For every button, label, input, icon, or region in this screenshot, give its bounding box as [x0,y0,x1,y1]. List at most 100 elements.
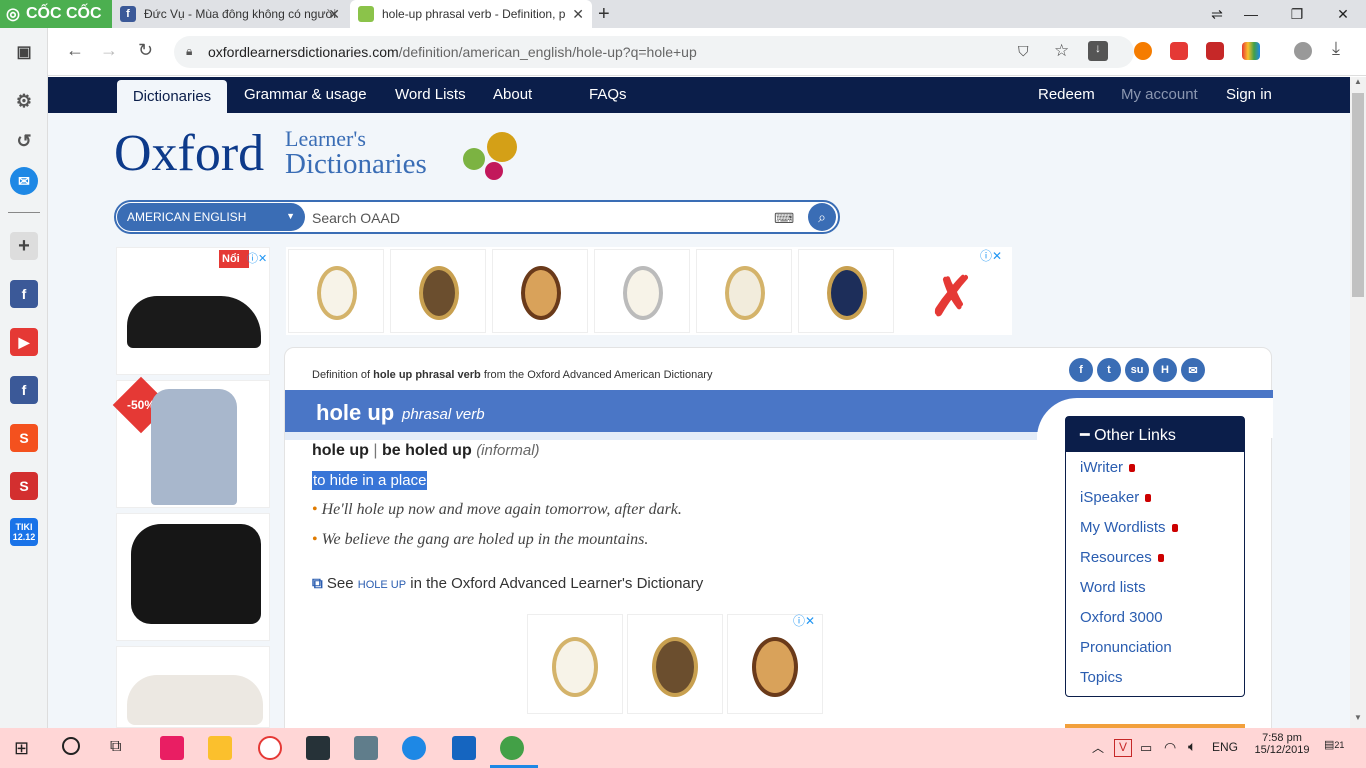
downloads-icon[interactable]: ⤓ [1332,38,1340,59]
nav-sign-in[interactable]: Sign in [1226,86,1272,103]
link-my-wordlists[interactable]: My Wordlists [1080,519,1178,536]
sidebar-toggle-icon[interactable]: ▣ [10,38,38,66]
search-button[interactable]: ⌕ [808,203,836,231]
scrollbar-thumb[interactable] [1352,93,1364,297]
back-icon[interactable]: ← [66,40,84,61]
hyves-share-icon[interactable]: H [1153,358,1177,382]
ad-watch[interactable] [527,614,623,714]
add-shortcut-icon[interactable]: + [10,232,38,260]
history-icon[interactable]: ↺ [10,127,38,155]
ad-close-icon[interactable]: ⓘ✕ [980,247,1002,264]
app-icon[interactable] [160,736,184,760]
ad-info-icon[interactable]: ⓘ✕ [247,250,267,266]
ad-sneaker[interactable] [116,646,270,728]
sticky-notes-icon[interactable] [306,736,330,760]
reload-icon[interactable]: ↻ [138,40,153,61]
nav-my-account[interactable]: My account [1121,86,1198,103]
clock[interactable]: 7:58 pm 15/12/2019 [1254,732,1310,756]
email-share-icon[interactable]: ✉ [1181,358,1205,382]
shopee-icon[interactable]: S [10,424,38,452]
zalo-icon[interactable] [402,736,426,760]
close-tab-icon[interactable]: ✕ [572,6,584,23]
maximize-button[interactable]: ❐ [1274,0,1320,28]
vietkey-icon[interactable]: V [1114,739,1132,757]
close-window-button[interactable]: ✕ [1320,0,1366,28]
language-indicator[interactable]: ENG [1212,740,1238,754]
sendo-icon[interactable]: S [10,472,38,500]
volume-icon[interactable]: 🔈︎ [1188,738,1196,755]
windows-start-icon[interactable]: ⊞ [14,738,29,759]
battery-icon[interactable]: ▭ [1140,740,1152,756]
scroll-down-icon[interactable]: ▼ [1354,713,1362,722]
shield-icon[interactable]: ⛉ [1018,43,1029,60]
file-explorer-icon[interactable] [208,736,232,760]
twitter-share-icon[interactable]: t [1097,358,1121,382]
facebook-share-icon[interactable]: f [1069,358,1093,382]
nav-word-lists[interactable]: Word Lists [395,86,466,103]
address-bar[interactable]: 🔒︎ oxfordlearnersdictionaries.com/defini… [174,36,1134,68]
forward-icon[interactable]: → [100,40,118,61]
close-tab-icon[interactable]: ✕ [328,6,340,23]
messenger-icon[interactable]: ✉ [10,167,38,195]
link-resources[interactable]: Resources [1080,549,1164,566]
keyboard-icon[interactable]: ⌨ [774,210,794,227]
other-links-header[interactable]: ━ Other Links [1066,417,1244,452]
color-extension-icon[interactable] [1242,42,1260,60]
ad-watch[interactable] [288,249,384,333]
tiki-icon[interactable]: TIKI 12.12 [10,518,38,546]
link-pronunciation[interactable]: Pronunciation [1080,639,1172,656]
ad-shoe-black[interactable]: Nổi ⓘ✕ [116,247,270,375]
link-word-lists[interactable]: Word lists [1080,579,1146,596]
minimize-button[interactable]: — [1228,0,1274,28]
stumbleupon-share-icon[interactable]: su [1125,358,1149,382]
link-iwriter[interactable]: iWriter [1080,459,1136,476]
oxford-logo-text[interactable]: Oxford [114,128,264,180]
notifications-icon[interactable]: ▤21 [1324,738,1346,758]
link-topics[interactable]: Topics [1080,669,1123,686]
bookmark-star-icon[interactable]: ☆ [1054,41,1069,61]
nav-grammar[interactable]: Grammar & usage [244,86,367,103]
download-page-icon[interactable]: ↓ [1088,41,1108,61]
youtube-icon[interactable]: ▶ [10,328,38,356]
ad-watch[interactable] [798,249,894,333]
settings-icon[interactable]: ⚙ [10,87,38,115]
ad-watch[interactable] [627,614,723,714]
nav-dictionaries[interactable]: Dictionaries [117,80,227,113]
coccoc-menu-button[interactable]: ◎ CỐC CỐC [0,0,112,28]
paint-app-icon[interactable] [258,736,282,760]
ad-banner-watches[interactable]: ⓘ✕ ✗ [286,247,1012,335]
tab-oxford[interactable]: hole-up phrasal verb - Definition, p ✕ [350,0,592,28]
ad-watch[interactable] [696,249,792,333]
nav-redeem[interactable]: Redeem [1038,86,1095,103]
app-icon[interactable] [354,736,378,760]
tab-facebook[interactable]: f Đức Vụ - Mùa đông không có người ✕ [112,0,348,28]
coccoc-taskbar-icon[interactable] [500,736,524,760]
tray-expand-icon[interactable]: ︿ [1092,739,1104,756]
adblock-icon[interactable] [1170,42,1188,60]
coccoc-extension-icon[interactable] [1134,42,1152,60]
new-tab-button[interactable]: + [598,3,610,26]
ad-watch[interactable] [594,249,690,333]
facebook-icon[interactable]: f [10,280,38,308]
link-oxford-3000[interactable]: Oxford 3000 [1080,609,1163,626]
wifi-icon[interactable]: ◠ [1164,739,1176,756]
link-ispeaker[interactable]: iSpeaker [1080,489,1152,506]
profile-avatar[interactable] [1294,42,1312,60]
ad-boot[interactable] [116,513,270,641]
search-icon[interactable] [62,737,80,755]
see-term[interactable]: HOLE UP [358,579,406,591]
ad-watch[interactable] [727,614,823,714]
see-also-link[interactable]: ⧉ See HOLE UP in the Oxford Advanced Lea… [312,575,703,592]
dialect-select[interactable]: AMERICAN ENGLISH ▼ [117,203,305,231]
pdf-extension-icon[interactable] [1206,42,1224,60]
ad-watch[interactable] [390,249,486,333]
ad-watch[interactable] [492,249,588,333]
task-view-icon[interactable]: ⧉ [110,738,121,756]
nav-about[interactable]: About [493,86,532,103]
nav-faqs[interactable]: FAQs [589,86,627,103]
scroll-up-icon[interactable]: ▲ [1354,77,1362,86]
search-input[interactable]: Search OAAD [312,210,400,226]
outlook-icon[interactable] [452,736,476,760]
ad-jacket[interactable]: -50% [112,376,270,508]
page-scrollbar[interactable]: ▲ ▼ [1350,77,1366,728]
